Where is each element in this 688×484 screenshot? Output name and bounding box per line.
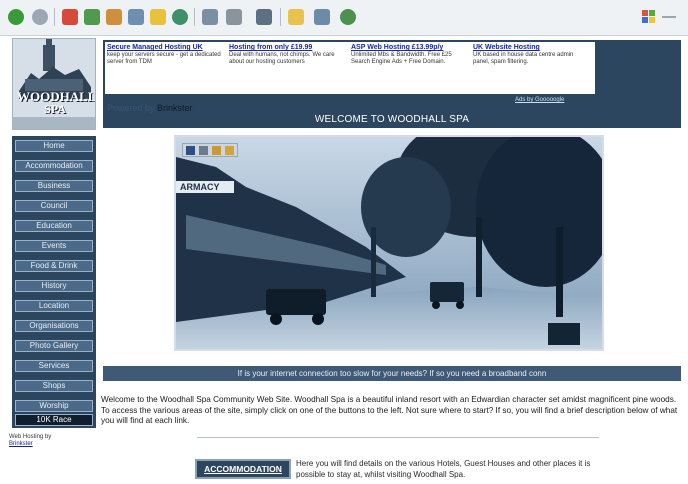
windows-logo-icon [640,8,680,26]
nav-food-drink[interactable]: Food & Drink [15,260,93,272]
refresh-icon[interactable] [84,9,100,25]
header-banner: Secure Managed Hosting UK keep your serv… [103,40,681,128]
ad-item: UK Website Hosting UK based in house dat… [473,44,591,66]
photo-sign-text: ARMACY [180,182,220,192]
woodhall-spa-logo[interactable]: WOODHALL SPA [12,38,96,130]
nav-services[interactable]: Services [15,360,93,372]
nav-history[interactable]: History [15,280,93,292]
back-icon[interactable] [8,9,24,25]
nav-worship[interactable]: Worship [15,400,93,412]
brinkster-name[interactable]: Brinkster [157,103,193,113]
home-icon[interactable] [106,9,122,25]
nav-home[interactable]: Home [15,140,93,152]
ad-body: Unlimited Mbs & Bandwidth. Free £25 Sear… [351,52,452,65]
welcome-heading: WELCOME TO WOODHALL SPA [314,114,470,125]
toolbar-separator [280,8,281,26]
nav-events[interactable]: Events [15,240,93,252]
stop-icon[interactable] [62,9,78,25]
accommodation-button[interactable]: ACCOMMODATION [195,459,291,479]
favorites-icon[interactable] [150,9,166,25]
section-divider [197,437,599,438]
ad-title-link[interactable]: ASP Web Hosting £13.99p/y [351,44,469,52]
folder-image-icon[interactable] [225,146,234,155]
left-sidebar: WOODHALL SPA Home Accommodation Business… [7,38,99,484]
ad-title-link[interactable]: Secure Managed Hosting UK [107,44,225,52]
mail-icon[interactable] [202,9,218,25]
nav-menu: Home Accommodation Business Council Educ… [12,136,96,428]
mail-image-icon[interactable] [212,146,221,155]
brinkster-prefix: Powered by [107,103,155,113]
nav-business[interactable]: Business [15,180,93,192]
toolbar-separator [194,8,195,26]
logo-text: WOODHALL SPA [17,90,95,116]
ad-title-link[interactable]: Hosting from only £19.99 [229,44,347,52]
messenger-icon[interactable] [340,9,356,25]
ad-item: Hosting from only £19.99 Deal with human… [229,44,347,66]
ad-panel: Secure Managed Hosting UK keep your serv… [105,42,595,94]
logo-line-2: SPA [44,102,66,116]
ad-body: Deal with humans, not chimps. We care ab… [229,52,335,65]
ad-title-link[interactable]: UK Website Hosting [473,44,591,52]
print-image-icon[interactable] [199,146,208,155]
intro-paragraph: Welcome to the Woodhall Spa Community We… [101,395,678,426]
forward-icon[interactable] [32,9,48,25]
edit-icon[interactable] [256,9,272,25]
web-hosting-credit: Web Hosting by Brinkster [9,434,51,448]
ad-item: Secure Managed Hosting UK keep your serv… [107,44,225,66]
web-hosting-label: Web Hosting by [9,434,52,440]
nav-shops[interactable]: Shops [15,380,93,392]
image-toolbar [182,143,238,157]
search-icon[interactable] [128,9,144,25]
nav-10k-race[interactable]: 10K Race [15,414,93,426]
nav-accommodation[interactable]: Accommodation [15,160,93,172]
browser-toolbar [0,0,688,36]
ads-by-google-link[interactable]: Ads by Gooooogle [515,97,564,103]
ad-item: ASP Web Hosting £13.99p/y Unlimited Mbs … [351,44,469,66]
web-page: WOODHALL SPA Home Accommodation Business… [7,38,683,484]
brinkster-banner: Powered by Brinkster [107,103,193,113]
nav-organisations[interactable]: Organisations [15,320,93,332]
broadband-ad-bar[interactable]: If is your internet connection too slow … [103,366,681,381]
nav-education[interactable]: Education [15,220,93,232]
ad-body: keep your servers secure - get a dedicat… [107,52,221,65]
history-icon[interactable] [172,9,188,25]
window-icon[interactable] [314,9,330,25]
print-icon[interactable] [226,9,242,25]
toolbar-separator [54,8,55,26]
nav-location[interactable]: Location [15,300,93,312]
discuss-icon[interactable] [288,9,304,25]
main-photo: ARMACY [174,135,604,351]
save-image-icon[interactable] [186,146,195,155]
accommodation-description: Here you will find details on the variou… [296,459,591,479]
ad-body: UK based in house data centre admin pane… [473,52,574,65]
brinkster-link[interactable]: Brinkster [9,441,33,447]
nav-photo-gallery[interactable]: Photo Gallery [15,340,93,352]
street-photo-image: ARMACY [176,137,602,349]
nav-council[interactable]: Council [15,200,93,212]
